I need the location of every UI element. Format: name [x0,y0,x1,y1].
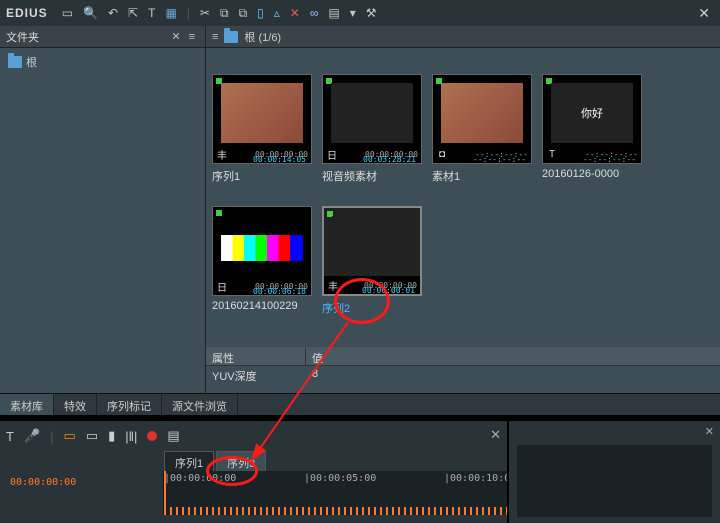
close-icon[interactable]: ✕ [694,5,714,22]
search-icon[interactable]: 🔍 [83,7,98,19]
clip-label: 素材1 [432,168,532,184]
folder-panel-title: 文件夹 [6,29,167,45]
thumbnail: 你好 [551,83,633,143]
dropdown-icon[interactable]: ▾ [350,7,356,19]
thumbnail [221,235,303,261]
tab-markers[interactable]: 序列标记 [97,394,162,415]
monitor-panel: ✕ [507,421,720,523]
marker-icon[interactable]: ▯ [257,7,264,19]
panel-menu-icon[interactable]: ≡ [212,31,218,43]
prop-row-value: 8 [306,366,324,386]
bottom-tabstrip: 素材库 特效 序列标记 源文件浏览 [0,393,720,415]
timeline-toolbar: T 🎤 | ▭ ▭ ▮ |‖| ▤ [0,421,507,451]
folder-icon[interactable]: ▭ [62,7,73,19]
clip-label: 20160214100229 [212,300,312,312]
tab-source-browser[interactable]: 源文件浏览 [162,394,238,415]
tc-dur: --:--:--:-- [583,155,636,164]
copy-icon[interactable]: ⧉ [220,7,229,19]
record-icon[interactable] [147,429,157,444]
clip-item[interactable]: 丰 00:00:00:00 00:00:14:05 序列1 [212,74,312,184]
thumbnail [441,83,523,143]
title-icon[interactable]: T [148,7,155,19]
mic-icon[interactable]: 🎤 [24,428,40,444]
titlebar-toolbar: ▭ 🔍 ↶ ⇱ T ▦ | ✂ ⧉ ⧉ ▯ ▵ ✕ ∞ ▤ ▾ ⚒ [62,7,687,19]
add-icon[interactable]: ▵ [274,7,280,19]
monitor-viewport[interactable] [517,445,712,517]
track-icon[interactable]: ▮ [108,428,115,444]
prop-header-value[interactable]: 值 [306,348,329,365]
ruler-label: |00:00:00:00 [164,473,236,484]
titlebar: EDIUS ▭ 🔍 ↶ ⇱ T ▦ | ✂ ⧉ ⧉ ▯ ▵ ✕ ∞ ▤ ▾ ⚒ … [0,0,720,26]
tc-dur: --:--:--:-- [473,155,526,164]
clip-item[interactable]: 你好 T --:--:--:-- --:--:--:-- 20160126-00… [542,74,642,184]
layout2-icon[interactable]: ▤ [167,428,179,444]
clip-item-selected[interactable]: 丰 00:00:00:00 00:00:00:01 序列2 [322,206,422,316]
ruler-scale [164,507,507,515]
status-dot-icon [216,210,222,216]
folder-panel: 文件夹 ✕ ≡ 根 [0,26,206,393]
clip-item[interactable]: 日 00:00:00:00 00:03:28:21 视音频素材 [322,74,422,184]
folder-icon [224,31,238,43]
clip2-icon[interactable]: ▭ [86,428,98,444]
folder-tree[interactable]: 根 [0,48,205,393]
folder-root[interactable]: 根 [4,52,201,72]
clip-label: 序列1 [212,168,312,184]
bin-grid[interactable]: 丰 00:00:00:00 00:00:14:05 序列1 [206,48,720,347]
timeline-tab-active[interactable]: 序列3 [216,451,266,471]
prop-row-name: YUV深度 [206,366,306,386]
playhead-timecode: 00:00:00:00 [10,477,76,488]
monitor-close-icon[interactable]: ✕ [705,425,714,438]
timeline-tab[interactable]: 序列1 [164,451,214,471]
color-icon[interactable]: ▦ [165,7,176,19]
timeline-close-icon[interactable]: ✕ [490,427,501,443]
tab-bin[interactable]: 素材库 [0,394,54,415]
undo-icon[interactable]: ↶ [108,7,118,19]
clip-item[interactable]: ◘ --:--:--:-- --:--:--:-- 素材1 [432,74,532,184]
export-icon[interactable]: ⇱ [128,7,138,19]
timeline-ruler[interactable]: |00:00:00:00 |00:00:05:00 |00:00:10:00 [164,471,507,515]
mixer-icon[interactable]: |‖| [125,429,137,444]
timeline-panel: ✕ T 🎤 | ▭ ▭ ▮ |‖| ▤ 序列1 序列3 00:00:00:00 [0,421,720,523]
clip-label: 视音频素材 [322,168,422,184]
panel-menu-icon[interactable]: ≡ [185,31,199,43]
tc-dur: 00:00:06:18 [253,287,306,296]
tc-dur: 00:03:28:21 [363,155,416,164]
paste-icon[interactable]: ⧉ [239,7,248,19]
prop-header-name[interactable]: 属性 [206,348,306,365]
clip-item[interactable]: 日 00:00:00:00 00:00:06:18 20160214100229 [212,206,312,316]
thumbnail [331,83,413,143]
app-brand: EDIUS [6,6,48,20]
timeline-head: 00:00:00:00 [0,471,164,515]
bin-panel: ≡ 根 (1/6) 丰 00:00:00:00 [206,26,720,393]
cut-icon[interactable]: ✂ [200,7,210,19]
ruler-label: |00:00:10:00 [444,473,507,484]
panel-close-icon[interactable]: ✕ [167,30,184,43]
tool-icon[interactable]: ⚒ [366,7,377,19]
properties-panel: 属性 值 YUV深度 8 [206,347,720,393]
tc-dur: 00:00:14:05 [253,155,306,164]
ruler-label: |00:00:05:00 [304,473,376,484]
thumbnail [221,83,303,143]
thumbnail [332,216,412,274]
tab-effects[interactable]: 特效 [54,394,97,415]
clip-label: 20160126-0000 [542,168,642,180]
delete-icon[interactable]: ✕ [290,7,300,19]
link-icon[interactable]: ∞ [310,7,319,19]
text-tool-icon[interactable]: T [6,429,14,444]
layout-icon[interactable]: ▤ [328,7,339,19]
folder-label: 根 [26,54,37,70]
clip-icon[interactable]: ▭ [64,428,76,444]
bin-path-label: 根 (1/6) [244,29,281,45]
tc-dur: 00:00:00:01 [362,286,415,295]
folder-icon [8,56,22,68]
clip-label: 序列2 [322,300,422,316]
